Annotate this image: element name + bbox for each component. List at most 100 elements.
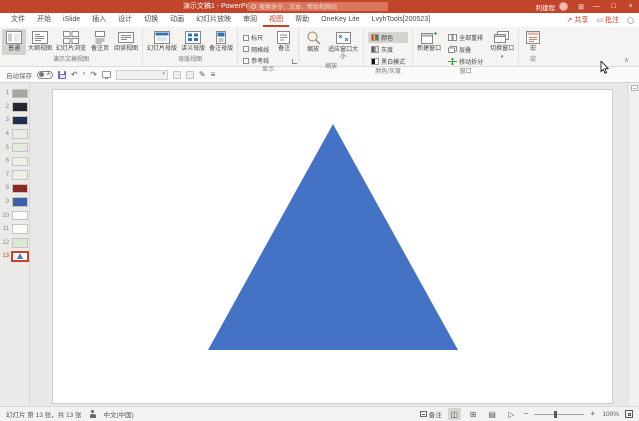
menu-tab-1[interactable]: 文件 <box>5 13 31 27</box>
zoom-button[interactable]: 缩放 <box>301 29 325 62</box>
menu-tab-3[interactable]: iSlide <box>57 13 86 27</box>
split-pane-icon[interactable] <box>631 85 638 91</box>
slide-thumbnail-9[interactable]: 9 <box>0 196 29 209</box>
redo-icon[interactable]: ↷ <box>90 71 97 79</box>
slide-sorter-button[interactable]: 幻灯片浏览 <box>54 29 88 55</box>
new-window-button[interactable]: 新建窗口 <box>415 29 443 67</box>
group-presentation-views: 普通 大纲视图 幻灯片浏览 备注页 阅读视图 演示文稿视图 <box>0 27 143 66</box>
normal-view-button[interactable]: 普通 <box>2 29 26 55</box>
window-title: 演示文稿1 - PowerPoint <box>183 0 257 13</box>
comment-icon: ▭ <box>596 16 603 24</box>
comments-button[interactable]: ▭批注 <box>596 15 619 25</box>
slideshow-view-switch[interactable]: ▷ <box>505 408 518 420</box>
slide-thumbnail-4[interactable]: 4 <box>0 128 29 141</box>
gridlines-checkbox[interactable]: 网格线 <box>243 45 269 54</box>
menu-tab-2[interactable]: 开始 <box>31 13 57 27</box>
normal-view-switch[interactable]: ◫ <box>448 408 461 420</box>
cascade-button[interactable]: 层叠 <box>445 44 486 55</box>
macros-button[interactable]: 宏 <box>521 29 545 55</box>
show-checkbox-column: 标尺 网格线 参考线 <box>240 29 272 65</box>
help-circle-icon[interactable] <box>627 17 634 24</box>
slide-thumbnail-11[interactable]: 11 <box>0 223 29 236</box>
menu-tab-8[interactable]: 幻灯片放映 <box>190 13 237 27</box>
black-white-button[interactable]: 黑白模式 <box>368 56 408 67</box>
start-slideshow-icon[interactable] <box>102 71 111 78</box>
avatar[interactable] <box>559 2 568 11</box>
slide-thumbnail-8[interactable]: 8 <box>0 182 29 195</box>
menu-tab-12[interactable]: OneKey Lite <box>315 13 366 27</box>
dialog-launcher-icon[interactable] <box>292 59 297 64</box>
checkbox-icon <box>243 35 249 41</box>
zoom-percentage[interactable]: 100% <box>601 411 619 418</box>
qat-extra-icon-2[interactable] <box>186 71 194 79</box>
reading-view-button[interactable]: 阅读视图 <box>112 29 140 55</box>
collapse-ribbon-icon[interactable]: ∧ <box>624 56 629 64</box>
fit-to-window-button[interactable]: 适应窗口大小 <box>325 29 361 62</box>
zoom-slider-thumb[interactable] <box>554 411 557 418</box>
move-split-button[interactable]: 移动拆分 <box>445 56 486 67</box>
language-indicator[interactable]: 中文(中国) <box>104 409 134 419</box>
menu-tab-9[interactable]: 审阅 <box>237 13 263 27</box>
slide-thumbnail-10[interactable]: 10 <box>0 209 29 222</box>
menu-tab-7[interactable]: 动画 <box>164 13 190 27</box>
triangle-shape[interactable] <box>208 124 458 350</box>
slide-number: 12 <box>2 240 9 246</box>
slide-thumbnail-12[interactable]: 12 <box>0 237 29 250</box>
accessibility-icon[interactable] <box>89 410 97 418</box>
notes-master-button[interactable]: 备注母版 <box>207 29 235 55</box>
user-name[interactable]: 利建程 <box>536 2 556 12</box>
reading-view-switch[interactable]: ▤ <box>486 408 499 420</box>
menu-tab-5[interactable]: 设计 <box>112 13 138 27</box>
style-combo-box[interactable]: ▾ <box>116 70 168 80</box>
minimize-button[interactable]: — <box>588 0 605 13</box>
zoom-slider[interactable] <box>534 414 584 415</box>
outline-view-button[interactable]: 大纲视图 <box>26 29 54 55</box>
slide-thumbnail-3[interactable]: 3 <box>0 114 29 127</box>
slide-thumbnail-6[interactable]: 6 <box>0 155 29 168</box>
customize-qat-icon[interactable]: ≡ <box>211 71 216 79</box>
autosave-toggle[interactable]: 关 <box>37 71 53 79</box>
qat-extra-icon-1[interactable] <box>173 71 181 79</box>
handout-master-button[interactable]: 讲义母版 <box>179 29 207 55</box>
grayscale-swatch-icon <box>371 46 379 53</box>
vertical-scrollbar[interactable] <box>628 83 639 406</box>
ruler-checkbox[interactable]: 标尺 <box>243 33 269 42</box>
slide-13-editor[interactable] <box>53 90 612 403</box>
ribbon: 普通 大纲视图 幻灯片浏览 备注页 阅读视图 演示文稿视图 <box>0 27 639 67</box>
undo-dropdown-icon[interactable]: ▾ <box>83 72 86 77</box>
slide-thumbnail-5[interactable]: 5 <box>0 141 29 154</box>
guides-checkbox[interactable]: 参考线 <box>243 56 269 65</box>
arrange-all-button[interactable]: 全部重排 <box>445 32 486 43</box>
ink-pen-icon[interactable]: ✎ <box>199 71 206 79</box>
maximize-button[interactable]: □ <box>605 0 622 13</box>
notes-page-button[interactable]: 备注页 <box>88 29 112 55</box>
slide-master-button[interactable]: 幻灯片母版 <box>145 29 179 55</box>
slide-thumbnail-7[interactable]: 7 <box>0 169 29 182</box>
undo-icon[interactable]: ↶ <box>71 71 78 79</box>
menu-tab-4[interactable]: 插入 <box>86 13 112 27</box>
slide-thumbnail-1[interactable]: 1 <box>0 87 29 100</box>
search-box[interactable]: 搜索命令、文本、帮助和网站 <box>247 2 388 11</box>
menu-tab-10[interactable]: 视图 <box>263 13 289 27</box>
grayscale-button[interactable]: 灰度 <box>368 44 408 55</box>
menu-tab-6[interactable]: 切换 <box>138 13 164 27</box>
color-mode-button[interactable]: 颜色 <box>368 32 408 43</box>
slide-thumbnail-preview <box>12 211 28 221</box>
switch-windows-button[interactable]: 切换窗口 ▾ <box>488 29 516 67</box>
ribbon-display-options-icon[interactable]: ⊞ <box>574 3 588 11</box>
group-label: 宏 <box>519 55 547 66</box>
share-button[interactable]: ↗共享 <box>567 15 589 25</box>
notes-toggle-button[interactable]: 备注 <box>420 409 442 419</box>
close-button[interactable]: × <box>622 0 639 13</box>
slide-thumbnail-2[interactable]: 2 <box>0 101 29 114</box>
menu-tab-11[interactable]: 帮助 <box>289 13 315 27</box>
zoom-out-button[interactable]: − <box>524 410 529 418</box>
fit-slide-to-window-icon[interactable] <box>625 410 633 418</box>
share-label: 共享 <box>574 15 588 25</box>
menu-tab-13[interactable]: LvyhTools[200523] <box>366 13 436 27</box>
slide-thumbnail-preview <box>12 224 28 234</box>
slide-sorter-view-switch[interactable]: ⊞ <box>467 408 480 420</box>
save-icon[interactable] <box>58 71 66 79</box>
zoom-in-button[interactable]: + <box>590 410 595 418</box>
slide-thumbnail-13[interactable]: 13 <box>0 250 29 263</box>
